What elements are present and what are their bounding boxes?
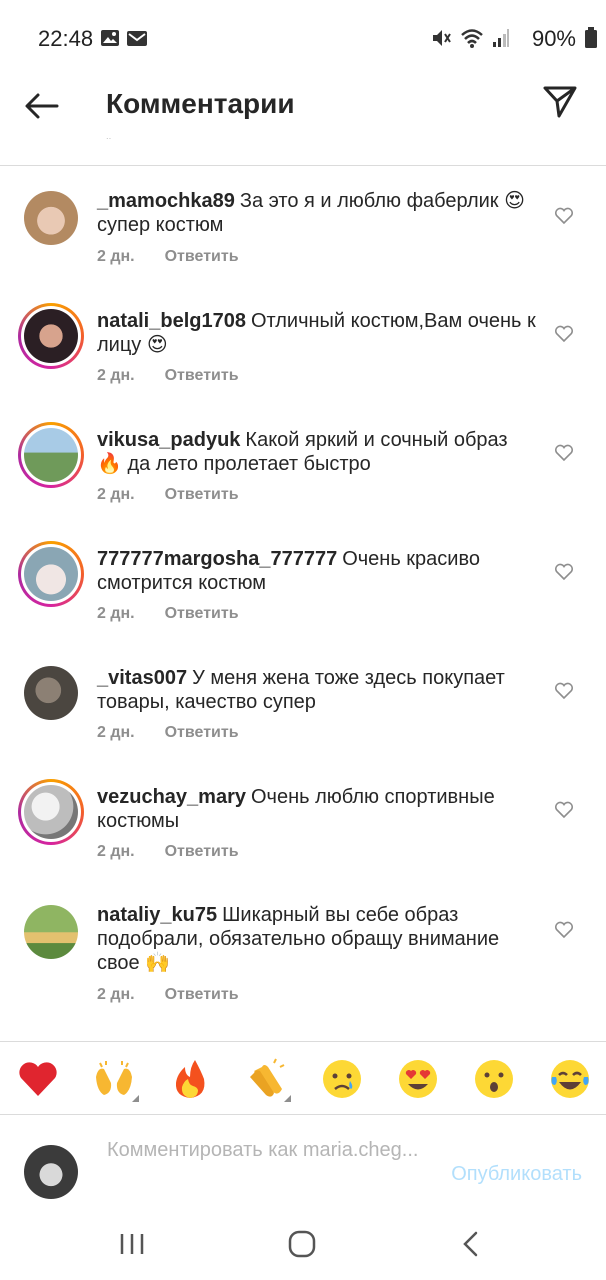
- skin-tone-indicator: [284, 1095, 291, 1102]
- comment-text-block: _vitas007 У меня жена тоже здесь покупает…: [97, 666, 537, 714]
- comment-username[interactable]: _vitas007: [97, 667, 187, 689]
- signal-icon: [493, 29, 509, 47]
- reply-button[interactable]: Ответить: [165, 843, 239, 860]
- comment-meta: 2 дн. Ответить: [97, 724, 239, 742]
- avatar-photo: [24, 309, 78, 363]
- comment-text-block: vikusa_padyuk Какой яркий и сочный образ …: [97, 428, 537, 476]
- mute-icon: [433, 30, 451, 46]
- header-divider: [0, 165, 606, 166]
- avatar-photo: [24, 666, 78, 720]
- avatar[interactable]: [18, 779, 84, 845]
- comment-age: 2 дн.: [97, 248, 135, 265]
- heart-icon[interactable]: [554, 325, 574, 343]
- avatar-photo: [24, 905, 78, 959]
- heart-eyes-emoji-icon[interactable]: [396, 1057, 440, 1101]
- comment-meta: 2 дн. Ответить: [97, 986, 239, 1004]
- wifi-icon: [461, 29, 483, 48]
- avatar-photo: [24, 191, 78, 245]
- avatar[interactable]: [18, 187, 84, 253]
- comment-meta: 2 дн. Ответить: [97, 486, 239, 504]
- heart-icon[interactable]: [554, 921, 574, 939]
- reply-button[interactable]: Ответить: [165, 248, 239, 265]
- system-nav-bar: [0, 1212, 606, 1280]
- comment-text-block: natali_belg1708 Отличный костюм,Вам очень…: [97, 309, 537, 357]
- comment-meta: 2 дн. Ответить: [97, 843, 239, 861]
- comment-username[interactable]: vikusa_padyuk: [97, 429, 240, 451]
- comment-age: 2 дн.: [97, 724, 135, 741]
- emoji-bar-divider: [0, 1041, 606, 1042]
- paper-plane-icon: [543, 86, 577, 118]
- share-button[interactable]: [542, 84, 578, 120]
- own-avatar: [24, 1145, 78, 1199]
- comment-age: 2 дн.: [97, 986, 135, 1003]
- comment-text-block: nataliy_ku75 Шикарный вы себе образ подоб…: [97, 903, 537, 975]
- gallery-notification-icon: [101, 30, 119, 46]
- status-bar: 22:48 90%: [0, 0, 606, 78]
- back-nav-icon[interactable]: [452, 1228, 492, 1260]
- red-heart-emoji-icon[interactable]: [16, 1057, 60, 1101]
- comment-age: 2 дн.: [97, 605, 135, 622]
- notification-icons: [100, 28, 148, 48]
- comment-username[interactable]: natali_belg1708: [97, 310, 246, 332]
- heart-icon[interactable]: [554, 207, 574, 225]
- heart-icon[interactable]: [554, 682, 574, 700]
- avatar-photo: [24, 428, 78, 482]
- reply-button[interactable]: Ответить: [165, 724, 239, 741]
- reply-button[interactable]: Ответить: [165, 367, 239, 384]
- tears-of-joy-emoji-icon[interactable]: [548, 1057, 592, 1101]
- recent-apps-icon[interactable]: [112, 1228, 152, 1260]
- comment-text-block: vezuchay_mary Очень люблю спортивные кост…: [97, 785, 537, 833]
- comment-username[interactable]: nataliy_ku75: [97, 904, 217, 926]
- header: Комментарии: [0, 78, 606, 138]
- clapping-hands-emoji-icon[interactable]: [244, 1057, 288, 1101]
- mail-notification-icon: [127, 31, 147, 46]
- back-arrow-icon: [25, 93, 59, 119]
- avatar[interactable]: [18, 660, 84, 726]
- avatar[interactable]: [18, 899, 84, 965]
- comment-composer: Комментировать как maria.cheg... Опублик…: [0, 1130, 606, 1218]
- reply-button[interactable]: Ответить: [165, 605, 239, 622]
- comment-age: 2 дн.: [97, 843, 135, 860]
- fire-emoji-icon[interactable]: [168, 1057, 212, 1101]
- scroll-indicator: '': [106, 138, 112, 146]
- composer-divider: [0, 1114, 606, 1115]
- crying-face-emoji-icon[interactable]: [320, 1057, 364, 1101]
- heart-icon[interactable]: [554, 444, 574, 462]
- comment-meta: 2 дн. Ответить: [97, 367, 239, 385]
- comment-age: 2 дн.: [97, 367, 135, 384]
- emoji-quick-bar: [0, 1044, 606, 1114]
- battery-level-icon: [585, 27, 597, 48]
- comment-username[interactable]: _mamochka89: [97, 190, 235, 212]
- battery-percent: 90%: [531, 26, 576, 51]
- comment-meta: 2 дн. Ответить: [97, 605, 239, 623]
- raising-hands-emoji-icon[interactable]: [92, 1057, 136, 1101]
- skin-tone-indicator: [132, 1095, 139, 1102]
- avatar[interactable]: [18, 422, 84, 488]
- reply-button[interactable]: Ответить: [165, 986, 239, 1003]
- reply-button[interactable]: Ответить: [165, 486, 239, 503]
- surprised-face-emoji-icon[interactable]: [472, 1057, 516, 1101]
- heart-icon[interactable]: [554, 563, 574, 581]
- comment-text-block: 777777margosha_777777 Очень красиво смотр…: [97, 547, 537, 595]
- comment-meta: 2 дн. Ответить: [97, 248, 239, 266]
- comment-input[interactable]: Комментировать как maria.cheg...: [107, 1138, 427, 1162]
- avatar-photo: [24, 547, 78, 601]
- page-title: Комментарии: [106, 88, 295, 119]
- avatar-photo: [24, 785, 78, 839]
- comment-age: 2 дн.: [97, 486, 135, 503]
- home-icon[interactable]: [282, 1228, 322, 1260]
- status-time: 22:48: [38, 26, 94, 51]
- avatar[interactable]: [18, 541, 84, 607]
- back-button[interactable]: [22, 90, 62, 122]
- comment-username[interactable]: 777777margosha_777777: [97, 548, 337, 570]
- comment-text-block: _mamochka89 За это я и люблю фаберлик 😍 с…: [97, 189, 537, 237]
- system-icons: [430, 27, 510, 49]
- comment-username[interactable]: vezuchay_mary: [97, 786, 246, 808]
- avatar[interactable]: [18, 303, 84, 369]
- publish-button[interactable]: Опубликовать: [451, 1163, 582, 1186]
- heart-icon[interactable]: [554, 801, 574, 819]
